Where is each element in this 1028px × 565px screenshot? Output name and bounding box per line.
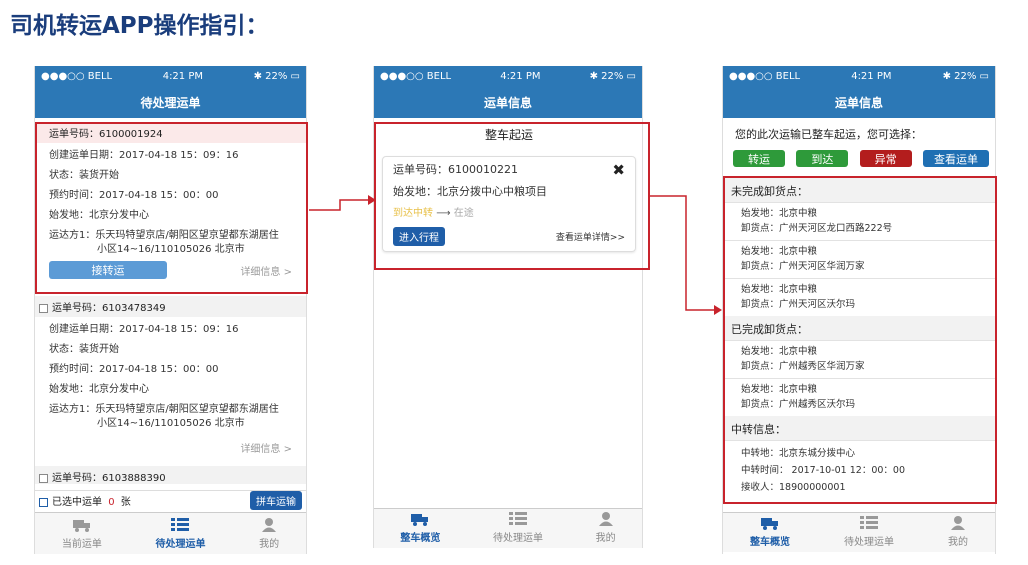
selection-summary: 已选中运单 0 张 <box>39 493 131 508</box>
tab-truck-overview[interactable]: 整车概览 <box>400 512 440 544</box>
tab-label: 我的 <box>259 539 280 550</box>
battery-label: 22% <box>954 70 977 82</box>
selected-count: 0 <box>108 497 115 508</box>
user-icon <box>598 512 613 526</box>
battery-label: 22% <box>601 70 624 82</box>
order-card-3[interactable]: 运单号码：6103888390 <box>35 466 306 484</box>
intro-text: 您的此次运输已整车起运，您可选择： <box>735 128 922 141</box>
phone-screen-order-actions: ●●●○○ BELL 4:21 PM ✱ 22% ▭ 运单信息 您的此次运输已整… <box>722 66 997 554</box>
time-label: 4:21 PM <box>162 70 203 82</box>
page-title: 司机转运APP操作指引： <box>10 13 269 39</box>
tab-mine[interactable]: 我的 <box>259 518 279 550</box>
eta: 预约时间：2017-04-18 15：00：00 <box>49 364 219 375</box>
destination-line1: 运达方1：乐天玛特望京店/朝阳区望京望都东湖居住 <box>49 404 279 415</box>
tab-bar: 当前运单 待处理运单 我的 <box>35 512 306 554</box>
phone-screen-pending: ●●●○○ BELL 4:21 PM ✱ 22% ▭ 待处理运单 运单号码：61… <box>34 66 308 554</box>
tab-label: 我的 <box>595 533 616 544</box>
tab-bar: 整车概览 待处理运单 我的 <box>374 508 642 548</box>
tab-current-orders[interactable]: 当前运单 <box>62 518 102 550</box>
status-bar: ●●●○○ BELL 4:21 PM ✱ 22% ▭ <box>374 66 642 86</box>
list-icon <box>508 512 527 525</box>
arrive-button[interactable]: 到达 <box>796 150 849 167</box>
tab-pending-orders[interactable]: 待处理运单 <box>493 512 543 544</box>
combine-transport-button[interactable]: 拼车运输 <box>250 491 302 510</box>
tab-pending-orders[interactable]: 待处理运单 <box>155 518 205 550</box>
truck-icon <box>72 520 90 532</box>
time-label: 4:21 PM <box>500 70 541 82</box>
view-order-button[interactable]: 查看运单 <box>922 150 989 167</box>
truck-icon <box>761 518 778 530</box>
nav-title: 运单信息 <box>374 86 642 118</box>
carrier-label: ●●●○○ BELL <box>41 70 113 82</box>
tab-bar: 整车概览 待处理运单 我的 <box>723 512 995 552</box>
status-bar: ●●●○○ BELL 4:21 PM ✱ 22% ▭ <box>35 66 306 86</box>
order-checkbox[interactable] <box>39 473 48 483</box>
selected-unit: 张 <box>120 497 131 508</box>
status-bar: ●●●○○ BELL 4:21 PM ✱ 22% ▭ <box>723 66 995 86</box>
tab-label: 整车概览 <box>400 533 441 544</box>
tab-truck-overview[interactable]: 整车概览 <box>750 516 790 548</box>
order-status: 状态：装货开始 <box>49 344 119 355</box>
selection-bar: 已选中运单 0 张 拼车运输 <box>35 490 306 510</box>
battery-indicator: ✱ 22% ▭ <box>942 70 989 82</box>
list-icon <box>171 518 190 531</box>
tab-mine[interactable]: 我的 <box>596 512 616 544</box>
destination-line2: 小区14~16/110105026 北京市 <box>97 418 245 429</box>
phone-screen-order-info: ●●●○○ BELL 4:21 PM ✱ 22% ▭ 运单信息 整车起运 运单号… <box>373 66 650 548</box>
select-all-checkbox[interactable] <box>39 497 48 507</box>
arrowhead-2 <box>714 305 722 315</box>
battery-indicator: ✱ 22% ▭ <box>253 70 300 82</box>
highlight-box-order1 <box>35 122 308 294</box>
arrow-screen1-to-screen2 <box>309 199 368 211</box>
highlight-box-order-card <box>374 122 650 270</box>
exception-button[interactable]: 异常 <box>859 150 912 167</box>
list-icon <box>860 516 878 529</box>
created-date: 创建运单日期：2017-04-18 15：09：16 <box>49 324 239 335</box>
tab-label: 待处理运单 <box>844 537 894 548</box>
tab-label: 待处理运单 <box>492 533 543 544</box>
tab-mine[interactable]: 我的 <box>948 516 968 548</box>
time-label: 4:21 PM <box>851 70 892 82</box>
truck-icon <box>411 514 429 526</box>
order-header-2: 运单号码：6103478349 <box>35 296 306 317</box>
carrier-label: ●●●○○ BELL <box>729 70 801 82</box>
action-buttons: 转运 到达 异常 查看运单 <box>733 150 989 167</box>
highlight-box-unload-points <box>723 176 997 504</box>
order-number: 运单号码：6103888390 <box>52 473 166 484</box>
order-number: 运单号码：6103478349 <box>52 303 166 314</box>
order-card-2[interactable]: 运单号码：6103478349 创建运单日期：2017-04-18 15：09：… <box>35 296 306 462</box>
tab-label: 待处理运单 <box>155 539 206 550</box>
battery-indicator: ✱ 22% ▭ <box>589 70 636 82</box>
user-icon <box>951 516 965 530</box>
order-checkbox[interactable] <box>39 303 48 313</box>
nav-title: 运单信息 <box>723 86 995 118</box>
tab-label: 我的 <box>948 537 968 548</box>
tab-label: 当前运单 <box>61 539 102 550</box>
carrier-label: ●●●○○ BELL <box>380 70 452 82</box>
tab-label: 整车概览 <box>750 537 790 548</box>
battery-label: 22% <box>265 70 288 82</box>
transfer-button[interactable]: 转运 <box>733 150 785 167</box>
tab-pending-orders[interactable]: 待处理运单 <box>844 516 894 548</box>
nav-title: 待处理运单 <box>35 86 306 118</box>
arrow-screen2-to-screen3 <box>650 195 714 311</box>
user-icon <box>262 518 277 532</box>
origin: 始发地：北京分发中心 <box>49 384 149 395</box>
selected-label: 已选中运单 <box>52 497 102 508</box>
detail-link[interactable]: 详细信息 > <box>240 444 292 455</box>
